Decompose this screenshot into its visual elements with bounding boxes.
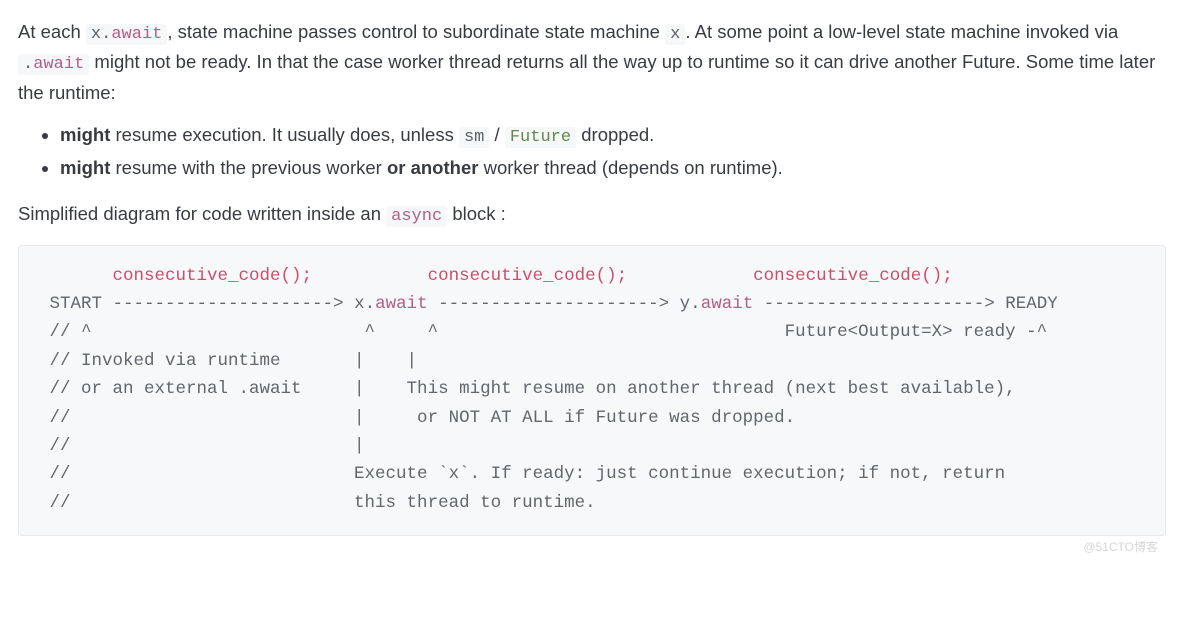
text: . At some point a low-level state machin… <box>685 21 1118 42</box>
watermark: @51CTO博客 <box>18 536 1166 557</box>
text: Simplified diagram for code written insi… <box>18 203 386 224</box>
list-item: might resume with the previous worker or… <box>60 154 1166 183</box>
text: At each <box>18 21 86 42</box>
bullet-list: might resume execution. It usually does,… <box>18 121 1166 182</box>
text: worker thread (depends on runtime). <box>478 157 782 178</box>
text: / <box>489 124 504 145</box>
text: , state machine passes control to subord… <box>167 21 665 42</box>
text: resume execution. It usually does, unles… <box>110 124 459 145</box>
text: resume with the previous worker <box>110 157 387 178</box>
text-bold: might <box>60 124 110 145</box>
diagram-intro: Simplified diagram for code written insi… <box>18 200 1166 230</box>
text: might not be ready. In that the case wor… <box>18 51 1155 102</box>
code-async: async <box>386 206 447 227</box>
text-bold: or another <box>387 157 478 178</box>
text: block : <box>447 203 506 224</box>
code-dot-await: .await <box>18 54 89 75</box>
code-future: Future <box>505 127 576 148</box>
text-bold: might <box>60 157 110 178</box>
code-x-await: x.await <box>86 24 168 45</box>
code-diagram: consecutive_code(); consecutive_code(); … <box>18 245 1166 536</box>
intro-paragraph: At each x.await, state machine passes co… <box>18 18 1166 107</box>
code-x: x <box>665 24 685 45</box>
code-sm: sm <box>459 127 489 148</box>
list-item: might resume execution. It usually does,… <box>60 121 1166 151</box>
text: dropped. <box>576 124 654 145</box>
